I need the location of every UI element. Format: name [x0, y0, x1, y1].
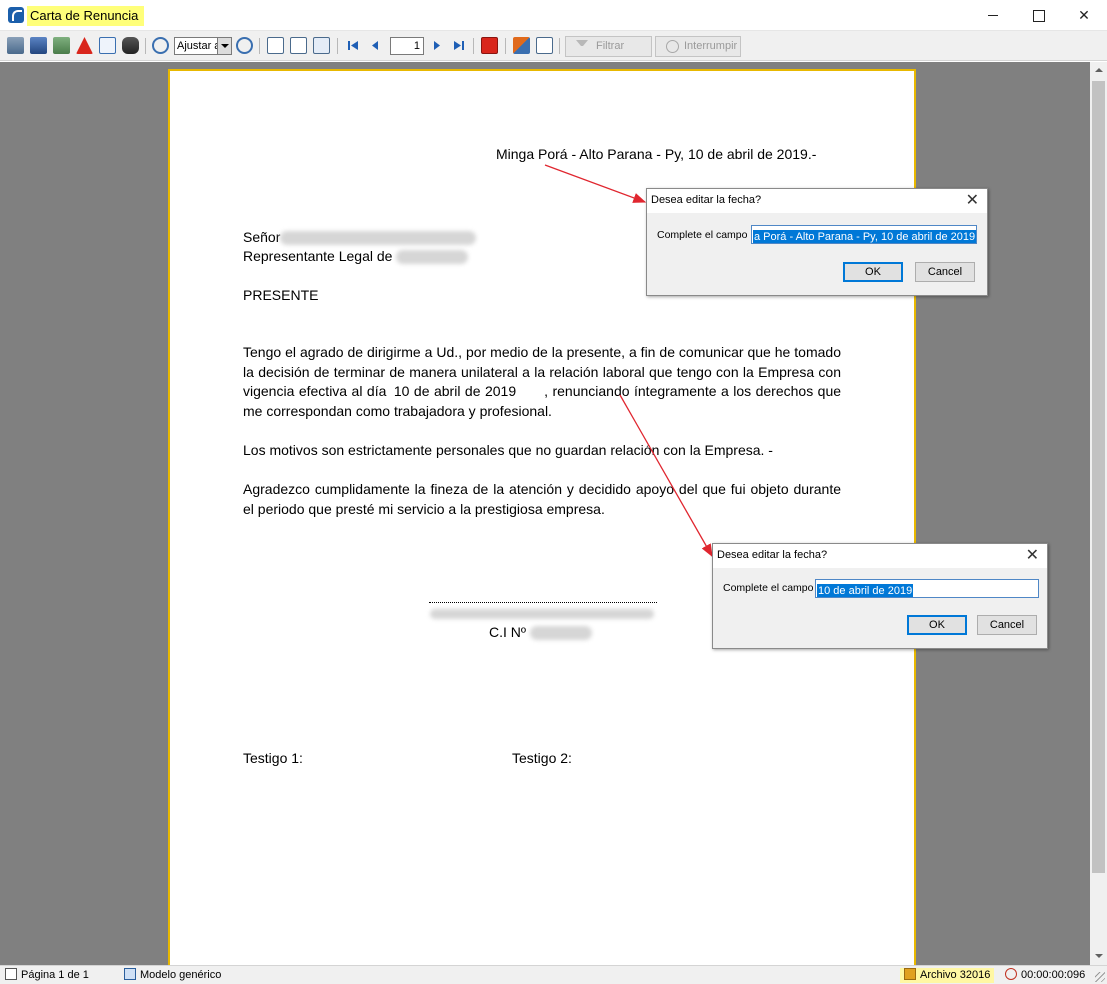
vertical-scrollbar[interactable] — [1090, 62, 1107, 965]
ok-button[interactable]: OK — [907, 615, 967, 635]
page-info: Página 1 de 1 — [5, 968, 89, 983]
clock-icon — [1005, 968, 1017, 980]
page-setup-icon[interactable] — [267, 37, 284, 54]
maximize-button[interactable] — [1015, 0, 1061, 30]
page-icon — [5, 968, 17, 980]
redacted-name — [280, 231, 477, 246]
scroll-thumb[interactable] — [1092, 81, 1105, 873]
edit-date-dialog-2[interactable]: Desea editar la fecha? ✕ Complete el cam… — [712, 543, 1048, 649]
status-bar: Página 1 de 1 Modelo genérico Archivo 32… — [0, 965, 1107, 984]
field-label: Complete el campo — [723, 582, 814, 594]
redacted-company — [396, 250, 469, 265]
ci-label: C.I Nº — [489, 624, 527, 640]
ci-line: C.I Nº — [489, 624, 592, 641]
close-icon[interactable]: ✕ — [1026, 545, 1039, 567]
zoom-out-icon[interactable] — [236, 37, 253, 54]
cancel-button[interactable]: Cancel — [977, 615, 1037, 635]
body-paragraph-3: Agradezco cumplidamente la fineza de la … — [243, 481, 841, 517]
app-icon — [8, 7, 24, 23]
separator — [259, 38, 260, 54]
date-field-value: a Porá - Alto Parana - Py, 10 de abril d… — [753, 230, 976, 243]
zoom-in-icon[interactable] — [152, 37, 169, 54]
chevron-down-icon[interactable] — [217, 38, 231, 54]
zoom-value: Ajustar a — [177, 40, 221, 52]
addressee-line: Señor — [243, 229, 477, 246]
witness-1: Testigo 1: — [243, 750, 303, 766]
interrupt-icon — [666, 40, 679, 53]
archive-text: Archivo 32016 — [920, 969, 991, 981]
effective-date[interactable]: 10 de abril de 2019 — [391, 383, 544, 399]
close-icon[interactable]: ✕ — [966, 190, 979, 212]
filter-icon — [576, 40, 588, 46]
location-date[interactable]: Minga Porá - Alto Parana - Py, 10 de abr… — [496, 146, 816, 162]
archive-icon — [904, 968, 916, 980]
redacted-signer — [430, 609, 654, 620]
cancel-button[interactable]: Cancel — [915, 262, 975, 282]
minimize-button[interactable] — [970, 0, 1016, 30]
ok-button[interactable]: OK — [843, 262, 903, 282]
interrupt-label: Interrumpir — [684, 40, 738, 52]
date-field-value: 10 de abril de 2019 — [817, 584, 914, 597]
edit-date-dialog-1[interactable]: Desea editar la fecha? ✕ Complete el cam… — [646, 188, 988, 296]
interrupt-button[interactable]: Interrumpir — [655, 36, 741, 57]
body-paragraph-1: Tengo el agrado de dirigirme a Ud., por … — [243, 343, 841, 421]
model-icon — [124, 968, 136, 980]
layout-icon[interactable] — [290, 37, 307, 54]
dialog-title: Desea editar la fecha? — [713, 544, 1047, 568]
signature-line — [429, 602, 657, 603]
archive-info: Archivo 32016 — [900, 968, 995, 983]
separator — [559, 38, 560, 54]
scroll-up-icon[interactable] — [1090, 62, 1107, 79]
representative-label: Representante Legal de — [243, 248, 393, 264]
first-page-icon[interactable] — [345, 37, 362, 54]
email-icon[interactable] — [99, 37, 116, 54]
separator — [337, 38, 338, 54]
last-page-icon[interactable] — [450, 37, 467, 54]
page-info-text: Página 1 de 1 — [21, 969, 89, 981]
toolbar: Ajustar a 1 Filtrar Interrumpir — [0, 31, 1107, 61]
export-icon[interactable] — [53, 37, 70, 54]
separator — [505, 38, 506, 54]
body-paragraph-2: Los motivos son estrictamente personales… — [243, 442, 773, 458]
properties-icon[interactable] — [313, 37, 330, 54]
previous-page-icon[interactable] — [367, 37, 384, 54]
save-icon[interactable] — [30, 37, 47, 54]
resize-grip-icon[interactable] — [1095, 972, 1105, 982]
page-number-input[interactable]: 1 — [390, 37, 424, 55]
model-text: Modelo genérico — [140, 969, 222, 981]
representative-line: Representante Legal de — [243, 248, 469, 265]
filter-label: Filtrar — [596, 40, 625, 52]
print-icon[interactable] — [7, 37, 24, 54]
salutation: Señor — [243, 229, 281, 245]
scroll-down-icon[interactable] — [1090, 948, 1107, 965]
zoom-select[interactable]: Ajustar a — [174, 37, 232, 55]
time-text: 00:00:00:096 — [1021, 969, 1086, 981]
redacted-ci — [529, 626, 592, 641]
dialog-title: Desea editar la fecha? — [647, 189, 987, 213]
find-icon[interactable] — [122, 37, 139, 54]
model-info: Modelo genérico — [124, 968, 221, 983]
copy-report-icon[interactable] — [513, 37, 530, 54]
field-label: Complete el campo — [657, 229, 748, 241]
edit-report-icon[interactable] — [536, 37, 553, 54]
window-title: Carta de Renuncia — [27, 6, 145, 26]
close-window-button[interactable]: ✕ — [1061, 0, 1107, 30]
date-field[interactable]: a Porá - Alto Parana - Py, 10 de abril d… — [751, 225, 977, 244]
filter-button[interactable]: Filtrar — [565, 36, 652, 57]
presente: PRESENTE — [243, 287, 319, 303]
separator — [145, 38, 146, 54]
witness-2: Testigo 2: — [512, 750, 572, 766]
time-info: 00:00:00:096 — [1005, 968, 1085, 983]
signer-name — [430, 605, 654, 621]
date-field[interactable]: 10 de abril de 2019 — [815, 579, 1039, 598]
title-bar: Carta de Renuncia ✕ — [0, 0, 1107, 31]
separator — [473, 38, 474, 54]
next-page-icon[interactable] — [428, 37, 445, 54]
stop-icon[interactable] — [481, 37, 498, 54]
pdf-icon[interactable] — [76, 37, 93, 54]
